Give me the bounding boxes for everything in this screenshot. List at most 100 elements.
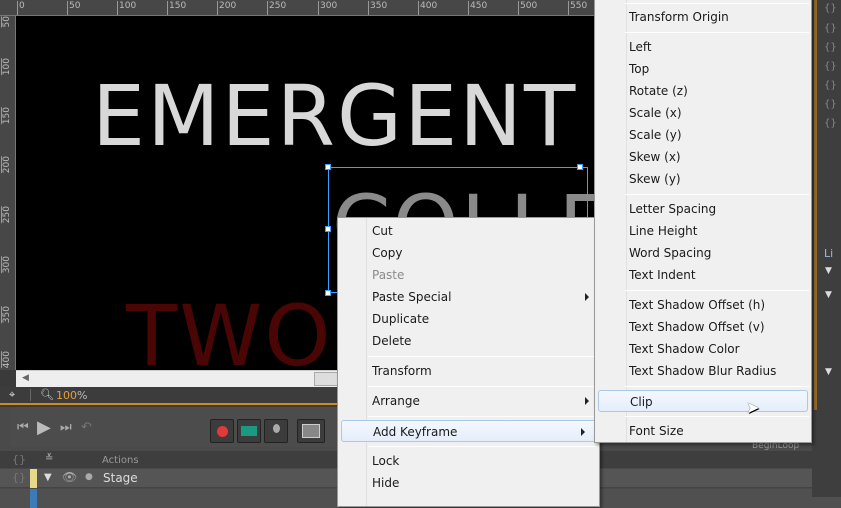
menu-item-duplicate[interactable]: Duplicate xyxy=(338,308,599,330)
menu-item-label: Add Keyframe xyxy=(373,425,458,439)
ruler-tick: 100 xyxy=(1,58,12,76)
menu-item-arrange[interactable]: Arrange xyxy=(338,390,599,412)
submenu-item-line-height[interactable]: Line Height xyxy=(595,220,811,242)
actions-brace-icon[interactable]: {} xyxy=(12,453,26,466)
brace-icon[interactable]: {} xyxy=(824,99,837,110)
timeline-header-label: Actions xyxy=(102,455,139,466)
submenu-item-word-spacing[interactable]: Word Spacing xyxy=(595,242,811,264)
submenu-item-skew-y[interactable]: Skew (y) xyxy=(595,168,811,190)
layer-color-swatch xyxy=(30,489,37,508)
mouse-cursor-icon: ➤ xyxy=(746,398,760,417)
ruler-tick: 400 xyxy=(418,1,437,15)
submenu-arrow-icon xyxy=(585,397,589,405)
submenu-item-skew-x[interactable]: Skew (x) xyxy=(595,146,811,168)
context-menu: Cut Copy Paste Paste Special Duplicate D… xyxy=(337,217,600,507)
undo-icon[interactable]: ↶ xyxy=(81,420,92,435)
zoom-value[interactable]: 100 xyxy=(56,389,77,402)
scroll-left-icon[interactable]: ◀ xyxy=(22,373,29,383)
menu-item-lock[interactable]: Lock xyxy=(338,450,599,472)
ruler-tick: 250 xyxy=(267,1,286,15)
add-keyframe-submenu: Transform Origin Left Top Rotate (z) Sca… xyxy=(594,0,812,443)
brace-icon[interactable]: {} xyxy=(824,42,837,53)
zoom-unit: % xyxy=(77,389,88,402)
submenu-item-top[interactable]: Top xyxy=(595,58,811,80)
brace-icon[interactable]: {} xyxy=(824,80,837,91)
ruler-tick: 150 xyxy=(167,1,186,15)
ruler-tick: 100 xyxy=(117,1,136,15)
layer-label[interactable]: Stage xyxy=(103,471,138,485)
actions-brace-icon[interactable]: {} xyxy=(12,471,26,484)
expand-triangle-icon[interactable]: ▼ xyxy=(44,472,52,483)
crosshair-icon[interactable]: ⌖ xyxy=(9,388,15,402)
ruler-tick: 500 xyxy=(518,1,537,15)
menu-item-cut[interactable]: Cut xyxy=(338,220,599,242)
ruler-tick: 450 xyxy=(468,1,487,15)
ruler-tick: 550 xyxy=(568,1,587,15)
resize-handle[interactable] xyxy=(325,164,331,170)
ruler-tick: 150 xyxy=(1,107,12,125)
menu-item-paste: Paste xyxy=(372,268,405,282)
submenu-item-rotate-z[interactable]: Rotate (z) xyxy=(595,80,811,102)
dropdown-icon[interactable]: ▼ xyxy=(825,290,832,300)
ruler-tick: 0 xyxy=(17,1,25,15)
menu-item-label: Paste Special xyxy=(372,290,452,304)
submenu-item-text-indent[interactable]: Text Indent xyxy=(595,264,811,286)
menu-item-label: Arrange xyxy=(372,394,420,408)
text-emergent[interactable]: EMERGENT xyxy=(92,74,577,158)
dot-icon[interactable]: ● xyxy=(85,472,93,482)
submenu-item-left[interactable]: Left xyxy=(595,36,811,58)
ruler-tick: 400 xyxy=(1,351,12,369)
dropdown-icon[interactable]: ▼ xyxy=(825,367,832,377)
pin-button[interactable] xyxy=(237,419,261,443)
eye-icon[interactable]: 👁︎ xyxy=(62,470,77,484)
ruler-tick: 300 xyxy=(1,256,12,274)
collapse-icon[interactable]: ≚ xyxy=(45,453,53,464)
zoom-icon[interactable]: 🔍︎ xyxy=(40,388,54,401)
ruler-top: 0 50 100 150 200 250 300 350 400 450 500… xyxy=(0,0,600,16)
submenu-item-font-size[interactable]: Font Size xyxy=(595,420,811,442)
brace-icon[interactable]: {} xyxy=(824,118,837,129)
brace-icon[interactable]: {} xyxy=(824,23,837,34)
submenu-arrow-icon xyxy=(581,428,585,436)
submenu-item-scale-y[interactable]: Scale (y) xyxy=(595,124,811,146)
menu-item-copy[interactable]: Copy xyxy=(338,242,599,264)
brace-icon[interactable]: {} xyxy=(824,3,837,14)
submenu-item-text-shadow-offset-v[interactable]: Text Shadow Offset (v) xyxy=(595,316,811,338)
submenu-item-text-shadow-color[interactable]: Text Shadow Color xyxy=(595,338,811,360)
menu-item-hide[interactable]: Hide xyxy=(338,472,599,494)
ruler-tick: 200 xyxy=(217,1,236,15)
play-icon[interactable]: ▶ xyxy=(37,417,51,438)
marker-button[interactable] xyxy=(264,419,288,443)
submenu-arrow-icon xyxy=(585,293,589,301)
text-two[interactable]: TWO xyxy=(126,294,332,370)
go-to-start-icon[interactable]: ⏮ xyxy=(17,420,29,435)
menu-item-add-keyframe[interactable]: Add Keyframe xyxy=(341,420,596,442)
ruler-tick: 50 xyxy=(1,16,12,28)
submenu-item-scale-x[interactable]: Scale (x) xyxy=(595,102,811,124)
submenu-item-letter-spacing[interactable]: Letter Spacing xyxy=(595,198,811,220)
ruler-tick: 250 xyxy=(1,206,12,224)
submenu-item-text-shadow-offset-h[interactable]: Text Shadow Offset (h) xyxy=(595,294,811,316)
resize-handle[interactable] xyxy=(577,164,583,170)
ruler-left: 50 100 150 200 250 300 350 400 xyxy=(0,16,16,370)
menu-item-delete[interactable]: Delete xyxy=(338,330,599,352)
dropdown-icon[interactable]: ▼ xyxy=(825,266,832,276)
brace-icon[interactable]: {} xyxy=(824,61,837,72)
submenu-item-transform-origin[interactable]: Transform Origin xyxy=(595,6,811,28)
right-panel: Li ▼ ▼ ▼ xyxy=(812,0,841,497)
ruler-tick: 350 xyxy=(368,1,387,15)
ruler-tick: 200 xyxy=(1,156,12,174)
submenu-item-clip[interactable]: Clip xyxy=(598,390,808,412)
library-tab[interactable]: Li xyxy=(824,247,833,260)
go-to-end-icon[interactable]: ⏭ xyxy=(60,420,72,435)
ruler-tick: 50 xyxy=(67,1,80,15)
resize-handle[interactable] xyxy=(325,290,331,296)
ruler-tick: 350 xyxy=(1,306,12,324)
menu-item-paste-special[interactable]: Paste Special xyxy=(338,286,599,308)
menu-item-transform[interactable]: Transform xyxy=(338,360,599,382)
submenu-item-text-shadow-blur-radius[interactable]: Text Shadow Blur Radius xyxy=(595,360,811,382)
resize-handle[interactable] xyxy=(325,226,331,232)
layer-color-swatch xyxy=(30,469,37,488)
easing-button[interactable] xyxy=(297,419,325,443)
record-button[interactable] xyxy=(210,419,234,443)
